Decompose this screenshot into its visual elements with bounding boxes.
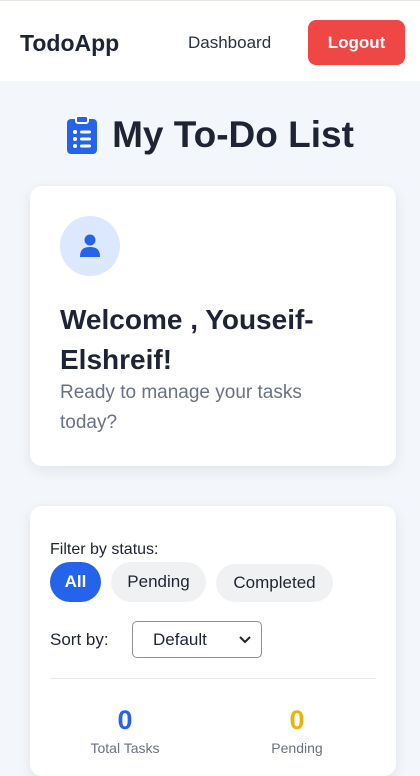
welcome-subtitle: Ready to manage your tasks today? [60, 382, 302, 433]
stat-pending: 0 Pending [222, 704, 372, 756]
divider [50, 678, 376, 679]
navbar: TodoApp Dashboard Logout [0, 0, 420, 81]
clipboard-list-icon [66, 115, 98, 155]
page-header: My To-Do List [0, 114, 420, 156]
stat-pending-value: 0 [289, 705, 305, 735]
filter-completed-button[interactable]: Completed [216, 564, 333, 602]
chevron-down-icon [239, 635, 251, 643]
stat-pending-label: Pending [271, 740, 323, 756]
page-title: My To-Do List [112, 114, 354, 155]
welcome-heading: Welcome , Youseif-Elshreif! [60, 304, 314, 375]
filter-card: Filter by status: All Pending Completed … [30, 506, 396, 776]
avatar [60, 216, 120, 276]
stat-total-value: 0 [117, 705, 133, 735]
nav-dashboard-link[interactable]: Dashboard [188, 33, 271, 53]
sort-selected-value: Default [153, 629, 207, 649]
user-icon [80, 234, 100, 257]
welcome-card: Welcome , Youseif-Elshreif! Ready to man… [30, 186, 396, 466]
stat-total-label: Total Tasks [90, 740, 160, 756]
filter-all-button[interactable]: All [50, 562, 101, 602]
sort-select[interactable]: Default [132, 621, 262, 658]
logout-button[interactable]: Logout [308, 20, 405, 65]
stat-total: 0 Total Tasks [50, 704, 200, 756]
sort-label: Sort by: [50, 630, 109, 649]
brand-logo[interactable]: TodoApp [20, 30, 119, 57]
filter-label: Filter by status: [50, 541, 159, 558]
filter-pending-button[interactable]: Pending [111, 562, 206, 602]
